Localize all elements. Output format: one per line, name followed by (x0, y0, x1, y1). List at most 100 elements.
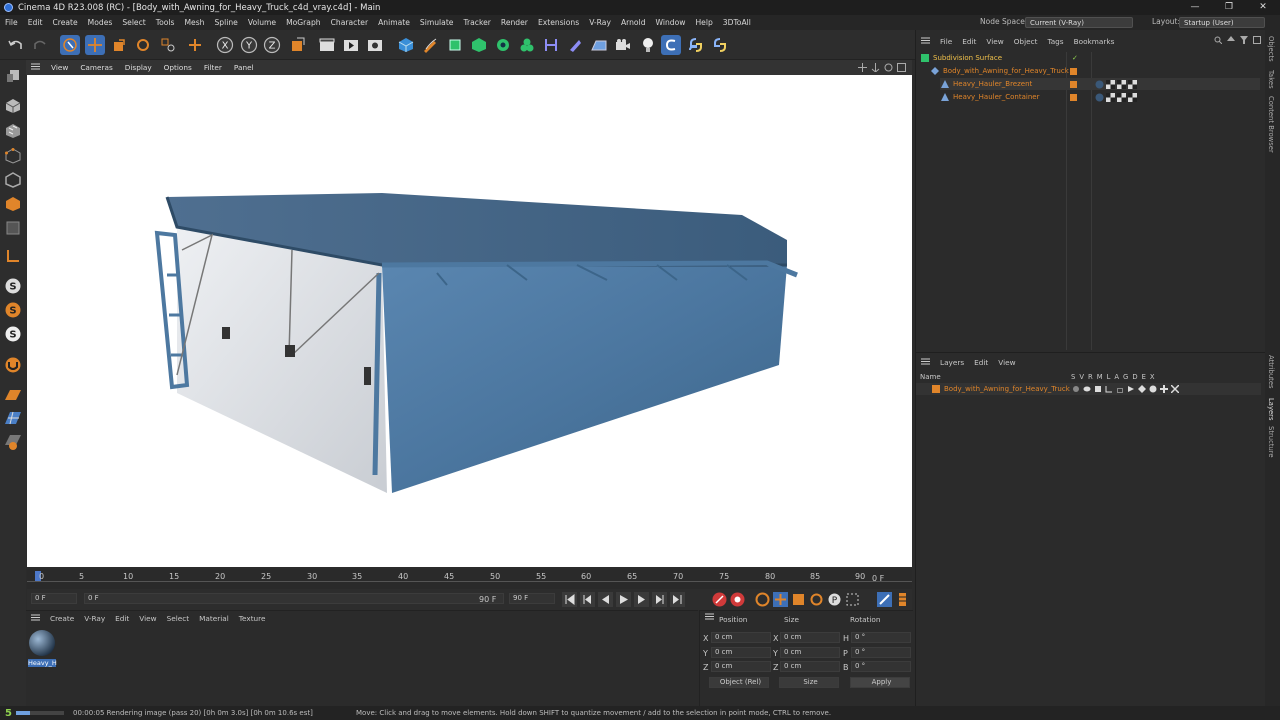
end-frame-field[interactable]: 90 F (509, 593, 555, 604)
size-mode-dropdown[interactable]: Size (779, 677, 839, 688)
y-axis-button[interactable]: Y (239, 35, 259, 55)
auto-key-icon[interactable] (730, 592, 745, 607)
menu-modes[interactable]: Modes (83, 18, 118, 27)
material-tags[interactable] (1095, 92, 1137, 102)
motion-system-icon[interactable] (877, 592, 892, 607)
edge-mode-button[interactable] (3, 170, 23, 190)
filter-icon[interactable] (1240, 36, 1248, 44)
menu-character[interactable]: Character (326, 18, 374, 27)
rotate-button[interactable] (133, 35, 153, 55)
viewport-maximize-icon[interactable] (897, 63, 906, 72)
grid-button[interactable] (3, 408, 23, 428)
go-to-end-icon[interactable] (670, 592, 685, 607)
objects-menu-view[interactable]: View (981, 37, 1008, 46)
make-editable-button[interactable] (3, 66, 23, 86)
tab-attributes[interactable]: Attributes (1267, 355, 1275, 389)
key-position-icon[interactable] (773, 592, 788, 607)
undo-button[interactable] (6, 35, 26, 55)
layer-color-swatch[interactable] (932, 385, 940, 393)
pos-x-field[interactable]: 0 cm (711, 632, 771, 643)
tab-layers[interactable]: Layers (1267, 398, 1275, 421)
size-y-field[interactable]: 0 cm (780, 647, 840, 658)
model-mode-button[interactable] (3, 96, 23, 116)
extrude-button[interactable] (469, 35, 489, 55)
texture-mode-button[interactable] (3, 121, 23, 141)
viewport-dolly-icon[interactable] (871, 63, 880, 72)
live-select-button[interactable] (60, 35, 80, 55)
viewport-menu-filter[interactable]: Filter (198, 63, 228, 72)
material-menu-texture[interactable]: Texture (234, 614, 271, 623)
workplane-button[interactable] (3, 385, 23, 405)
menu-extensions[interactable]: Extensions (533, 18, 584, 27)
rot-p-field[interactable]: 0 ° (851, 647, 911, 658)
up-icon[interactable] (1227, 36, 1235, 44)
layers-menu-icon[interactable] (916, 358, 935, 367)
check-icon[interactable]: ✓ (1072, 54, 1078, 62)
scale-button[interactable] (109, 35, 129, 55)
layers-menu-edit[interactable]: Edit (969, 358, 993, 367)
material-tags[interactable] (1095, 79, 1137, 89)
x-axis-button[interactable]: X (215, 35, 235, 55)
material-menu-material[interactable]: Material (194, 614, 234, 623)
key-pla-icon[interactable] (845, 592, 860, 607)
object-row[interactable]: Heavy_Hauler_Brezent (940, 78, 1260, 90)
material-menu-icon[interactable] (26, 614, 45, 623)
keyframe-selection-icon[interactable] (755, 592, 770, 607)
frame-range-slider[interactable]: 0 F (84, 593, 504, 604)
lock-workplane-button[interactable] (3, 432, 23, 452)
objects-menu-bookmarks[interactable]: Bookmarks (1069, 37, 1120, 46)
rot-b-field[interactable]: 0 ° (851, 661, 911, 672)
render-settings-button[interactable] (365, 35, 385, 55)
viewport-menu-view[interactable]: View (45, 63, 74, 72)
menu-simulate[interactable]: Simulate (415, 18, 459, 27)
material-menu-vray[interactable]: V-Ray (79, 614, 110, 623)
move-button[interactable] (85, 35, 105, 55)
material-menu-edit[interactable]: Edit (110, 614, 134, 623)
maximize-button[interactable]: ❐ (1212, 0, 1246, 15)
object-row[interactable]: Subdivision Surface ✓ (920, 52, 1260, 64)
previous-frame-icon[interactable] (598, 592, 613, 607)
coordinate-system-button[interactable] (287, 35, 307, 55)
start-frame-field[interactable]: 0 F (31, 593, 77, 604)
viewport-menu-panel[interactable]: Panel (228, 63, 260, 72)
layers-menu-view[interactable]: View (993, 358, 1020, 367)
menu-arnold[interactable]: Arnold (616, 18, 651, 27)
key-parameter-icon[interactable]: P (827, 592, 842, 607)
subdivision-button[interactable] (445, 35, 465, 55)
objects-menu-file[interactable]: File (935, 37, 957, 46)
cube-button[interactable] (396, 35, 416, 55)
menu-3dtoall[interactable]: 3DToAll (718, 18, 756, 27)
key-scale-icon[interactable] (791, 592, 806, 607)
menu-help[interactable]: Help (690, 18, 717, 27)
tab-structure[interactable]: Structure (1267, 426, 1275, 458)
menu-render[interactable]: Render (496, 18, 533, 27)
next-frame-icon[interactable] (634, 592, 649, 607)
timeline-ruler[interactable]: 0 5 10 15 20 25 30 35 40 45 50 55 60 65 … (27, 569, 912, 589)
menu-mesh[interactable]: Mesh (179, 18, 209, 27)
objects-menu-tags[interactable]: Tags (1042, 37, 1068, 46)
viewport-rotate-icon[interactable] (884, 63, 893, 72)
layer-color-swatch[interactable] (1070, 80, 1077, 88)
menu-create[interactable]: Create (47, 18, 82, 27)
python-button[interactable] (686, 35, 706, 55)
objects-menu-edit[interactable]: Edit (957, 37, 981, 46)
viewport-menu-options[interactable]: Options (158, 63, 198, 72)
enable-axis-button[interactable] (3, 246, 23, 266)
camera-button[interactable] (613, 35, 633, 55)
new-window-icon[interactable] (1253, 36, 1261, 44)
viewport-menu-display[interactable]: Display (119, 63, 158, 72)
pos-y-field[interactable]: 0 cm (711, 647, 771, 658)
python-script-button[interactable] (710, 35, 730, 55)
viewport-menu-icon[interactable] (26, 63, 45, 72)
menu-edit[interactable]: Edit (23, 18, 48, 27)
cloner-button[interactable] (493, 35, 513, 55)
objects-menu-icon[interactable] (916, 37, 935, 46)
play-icon[interactable] (616, 592, 631, 607)
recent-tools-button[interactable] (158, 35, 178, 55)
menu-tracker[interactable]: Tracker (458, 18, 495, 27)
layer-color-swatch[interactable] (1070, 93, 1077, 101)
node-space-dropdown[interactable]: Current (V-Ray) (1025, 16, 1133, 28)
menu-vray[interactable]: V-Ray (584, 18, 616, 27)
coord-mode-dropdown[interactable]: Object (Rel) (709, 677, 769, 688)
snap-settings-button[interactable]: S (3, 300, 23, 320)
